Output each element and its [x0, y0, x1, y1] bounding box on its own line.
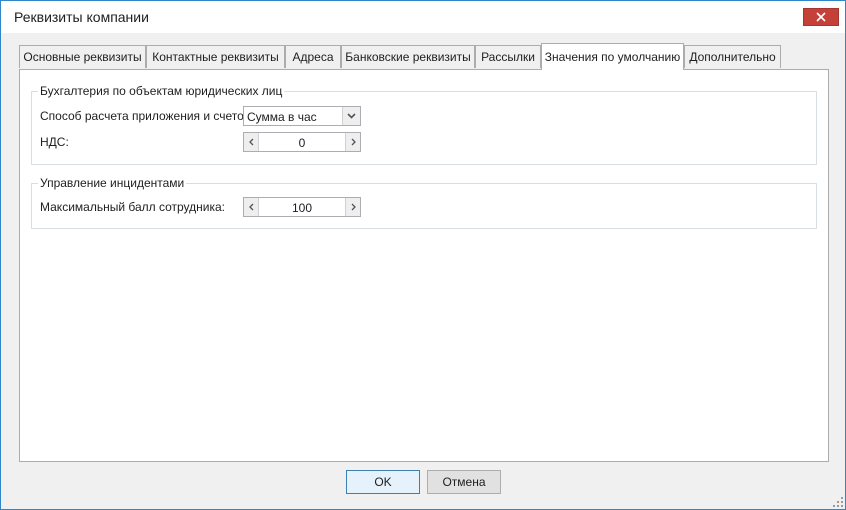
vat-value: 0	[298, 136, 306, 150]
tab-label: Рассылки	[481, 50, 535, 64]
tab-label: Основные реквизиты	[23, 50, 142, 64]
calc-method-select[interactable]: Сумма в час	[243, 106, 361, 126]
accounting-group-title: Бухгалтерия по объектам юридических лиц	[38, 84, 285, 98]
chevron-down-icon	[347, 113, 356, 119]
tab-bank-details[interactable]: Банковские реквизиты	[341, 45, 475, 68]
close-button[interactable]	[803, 8, 839, 26]
ok-button-label: OK	[374, 475, 392, 489]
max-score-stepper[interactable]: 100	[243, 197, 361, 217]
vat-decrement-button[interactable]	[244, 133, 259, 151]
calc-method-label: Способ расчета приложения и счетов:	[40, 109, 254, 123]
incidents-group-title: Управление инцидентами	[38, 176, 187, 190]
tab-label: Банковские реквизиты	[345, 50, 471, 64]
tab-label: Адреса	[292, 50, 334, 64]
max-score-label: Максимальный балл сотрудника:	[40, 200, 226, 214]
max-score-value: 100	[291, 201, 313, 215]
cancel-button[interactable]: Отмена	[427, 470, 501, 494]
tab-label: Дополнительно	[689, 50, 776, 64]
dialog-body: Основные реквизиты Контактные реквизиты …	[1, 33, 845, 509]
vat-stepper[interactable]: 0	[243, 132, 361, 152]
vat-label: НДС:	[40, 135, 69, 149]
tab-defaults[interactable]: Значения по умолчанию	[541, 43, 684, 70]
tab-label: Значения по умолчанию	[544, 50, 681, 64]
tab-mailings[interactable]: Рассылки	[475, 45, 541, 68]
calc-method-dropdown-button[interactable]	[342, 107, 360, 125]
tab-additional[interactable]: Дополнительно	[684, 45, 781, 68]
close-icon	[816, 12, 826, 22]
max-score-decrement-button[interactable]	[244, 198, 259, 216]
calc-method-value: Сумма в час	[247, 110, 317, 124]
tab-label: Контактные реквизиты	[152, 50, 279, 64]
max-score-increment-button[interactable]	[345, 198, 360, 216]
chevron-right-icon	[351, 203, 356, 211]
window-title: Реквизиты компании	[14, 9, 149, 25]
accounting-group: Бухгалтерия по объектам юридических лиц …	[31, 84, 817, 165]
cancel-button-label: Отмена	[442, 475, 486, 489]
chevron-right-icon	[351, 138, 356, 146]
tab-addresses[interactable]: Адреса	[285, 45, 341, 68]
ok-button[interactable]: OK	[346, 470, 420, 494]
title-bar[interactable]: Реквизиты компании	[1, 1, 845, 33]
tab-main-details[interactable]: Основные реквизиты	[19, 45, 146, 68]
resize-grip-icon[interactable]	[833, 497, 843, 507]
chevron-left-icon	[248, 203, 253, 211]
dialog-window: Реквизиты компании Основные реквизиты Ко…	[0, 0, 846, 510]
incidents-group: Управление инцидентами Максимальный балл…	[31, 176, 817, 229]
tab-panel-defaults: Бухгалтерия по объектам юридических лиц …	[19, 69, 829, 462]
vat-increment-button[interactable]	[345, 133, 360, 151]
chevron-left-icon	[248, 138, 253, 146]
tab-contact-details[interactable]: Контактные реквизиты	[146, 45, 285, 68]
